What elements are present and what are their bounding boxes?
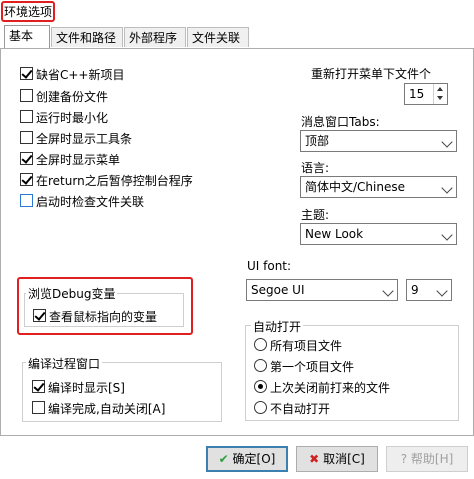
radio-last-opened-files-label: 上次关闭前打来的文件 xyxy=(270,381,391,395)
help-button[interactable]: ? 帮助[H] xyxy=(386,446,468,472)
radio-no-auto-open-label: 不自动打开 xyxy=(270,402,331,416)
reopen-count-value: 15 xyxy=(409,87,425,101)
checkbox-minimize-on-run[interactable] xyxy=(20,110,33,123)
message-tabs-select[interactable]: 顶部 xyxy=(300,130,457,152)
spinner-buttons[interactable] xyxy=(433,84,447,104)
checkbox-default-cpp-label: 缺省C++新项目 xyxy=(36,68,125,82)
language-value: 简体中文/Chinese xyxy=(305,180,405,194)
tab-file-associations[interactable]: 文件关联 xyxy=(187,27,249,47)
radio-all-project-files-label: 所有项目文件 xyxy=(270,339,343,353)
tab-file-associations-label: 文件关联 xyxy=(192,31,241,45)
checkbox-pause-console[interactable] xyxy=(20,173,33,186)
debug-group-title: 浏览Debug变量 xyxy=(26,285,118,302)
radio-no-auto-open[interactable] xyxy=(254,401,267,414)
help-icon: ? xyxy=(400,452,408,466)
spinner-down-icon[interactable] xyxy=(434,94,447,104)
tab-files-paths-label: 文件和路径 xyxy=(56,31,117,45)
title-bar: 环境选项 xyxy=(0,0,474,22)
checkbox-show-on-compile[interactable] xyxy=(32,380,45,393)
checkbox-check-associations[interactable] xyxy=(20,194,33,207)
chevron-down-icon xyxy=(441,182,453,194)
language-select[interactable]: 简体中文/Chinese xyxy=(300,176,457,198)
checkbox-auto-close-label: 编译完成,自动关闭[A] xyxy=(48,402,166,416)
cancel-button-label: 取消[C] xyxy=(323,452,365,466)
message-tabs-label: 消息窗口Tabs: xyxy=(301,115,380,129)
theme-label: 主题: xyxy=(301,208,330,222)
theme-select[interactable]: New Look xyxy=(300,223,457,245)
ui-font-value: Segoe UI xyxy=(251,283,305,297)
tab-external-programs-label: 外部程序 xyxy=(129,31,178,45)
checkbox-minimize-on-run-label: 运行时最小化 xyxy=(36,111,109,125)
checkbox-auto-close[interactable] xyxy=(32,401,45,414)
checkbox-fullscreen-menu[interactable] xyxy=(20,152,33,165)
ui-font-select[interactable]: Segoe UI xyxy=(246,279,398,301)
tab-basic-label: 基本 xyxy=(9,29,34,43)
checkbox-pause-console-label: 在return之后暂停控制台程序 xyxy=(36,174,193,188)
tab-basic[interactable]: 基本 xyxy=(4,25,50,48)
chevron-down-icon xyxy=(441,136,453,148)
radio-first-project-file-label: 第一个项目文件 xyxy=(270,360,355,374)
checkbox-check-associations-label: 启动时检查文件关联 xyxy=(36,195,145,209)
reopen-count-spinner[interactable]: 15 xyxy=(404,83,448,105)
window-title: 环境选项 xyxy=(4,5,53,19)
ui-font-label: UI font: xyxy=(247,259,292,273)
message-tabs-value: 顶部 xyxy=(305,134,330,148)
close-icon: ✖ xyxy=(309,452,320,466)
checkbox-default-cpp[interactable] xyxy=(20,67,33,80)
ok-button-label: 确定[O] xyxy=(232,452,276,466)
checkbox-create-backup-label: 创建备份文件 xyxy=(36,90,109,104)
theme-value: New Look xyxy=(305,227,364,241)
ok-button[interactable]: ✔ 确定[O] xyxy=(206,446,288,472)
help-button-label: 帮助[H] xyxy=(410,452,454,466)
reopen-label: 重新打开菜单下文件个 xyxy=(311,67,432,81)
spinner-up-icon[interactable] xyxy=(434,84,447,94)
ui-font-size-value: 9 xyxy=(411,283,419,297)
radio-all-project-files[interactable] xyxy=(254,338,267,351)
checkbox-fullscreen-menu-label: 全屏时显示菜单 xyxy=(36,153,121,167)
language-label: 语言: xyxy=(301,161,330,175)
radio-last-opened-files[interactable] xyxy=(254,380,267,393)
ui-font-size-select[interactable]: 9 xyxy=(406,279,452,301)
radio-first-project-file[interactable] xyxy=(254,359,267,372)
autoopen-group-title: 自动打开 xyxy=(251,318,304,335)
tab-external-programs[interactable]: 外部程序 xyxy=(124,27,186,47)
checkbox-watch-mouse-var-label: 查看鼠标指向的变量 xyxy=(49,310,158,324)
chevron-down-icon xyxy=(441,229,453,241)
checkbox-create-backup[interactable] xyxy=(20,89,33,102)
checkbox-fullscreen-toolbar[interactable] xyxy=(20,131,33,144)
compile-group-title: 编译过程窗口 xyxy=(26,355,103,372)
checkbox-show-on-compile-label: 编译时显示[S] xyxy=(48,381,125,395)
tab-files-paths[interactable]: 文件和路径 xyxy=(51,27,123,47)
cancel-button[interactable]: ✖ 取消[C] xyxy=(296,446,378,472)
check-icon: ✔ xyxy=(218,452,229,466)
checkbox-fullscreen-toolbar-label: 全屏时显示工具条 xyxy=(36,132,133,146)
chevron-down-icon xyxy=(382,285,394,297)
checkbox-watch-mouse-var[interactable] xyxy=(33,309,46,322)
tab-strip: 基本 文件和路径 外部程序 文件关联 xyxy=(0,25,474,49)
chevron-down-icon xyxy=(436,285,448,297)
